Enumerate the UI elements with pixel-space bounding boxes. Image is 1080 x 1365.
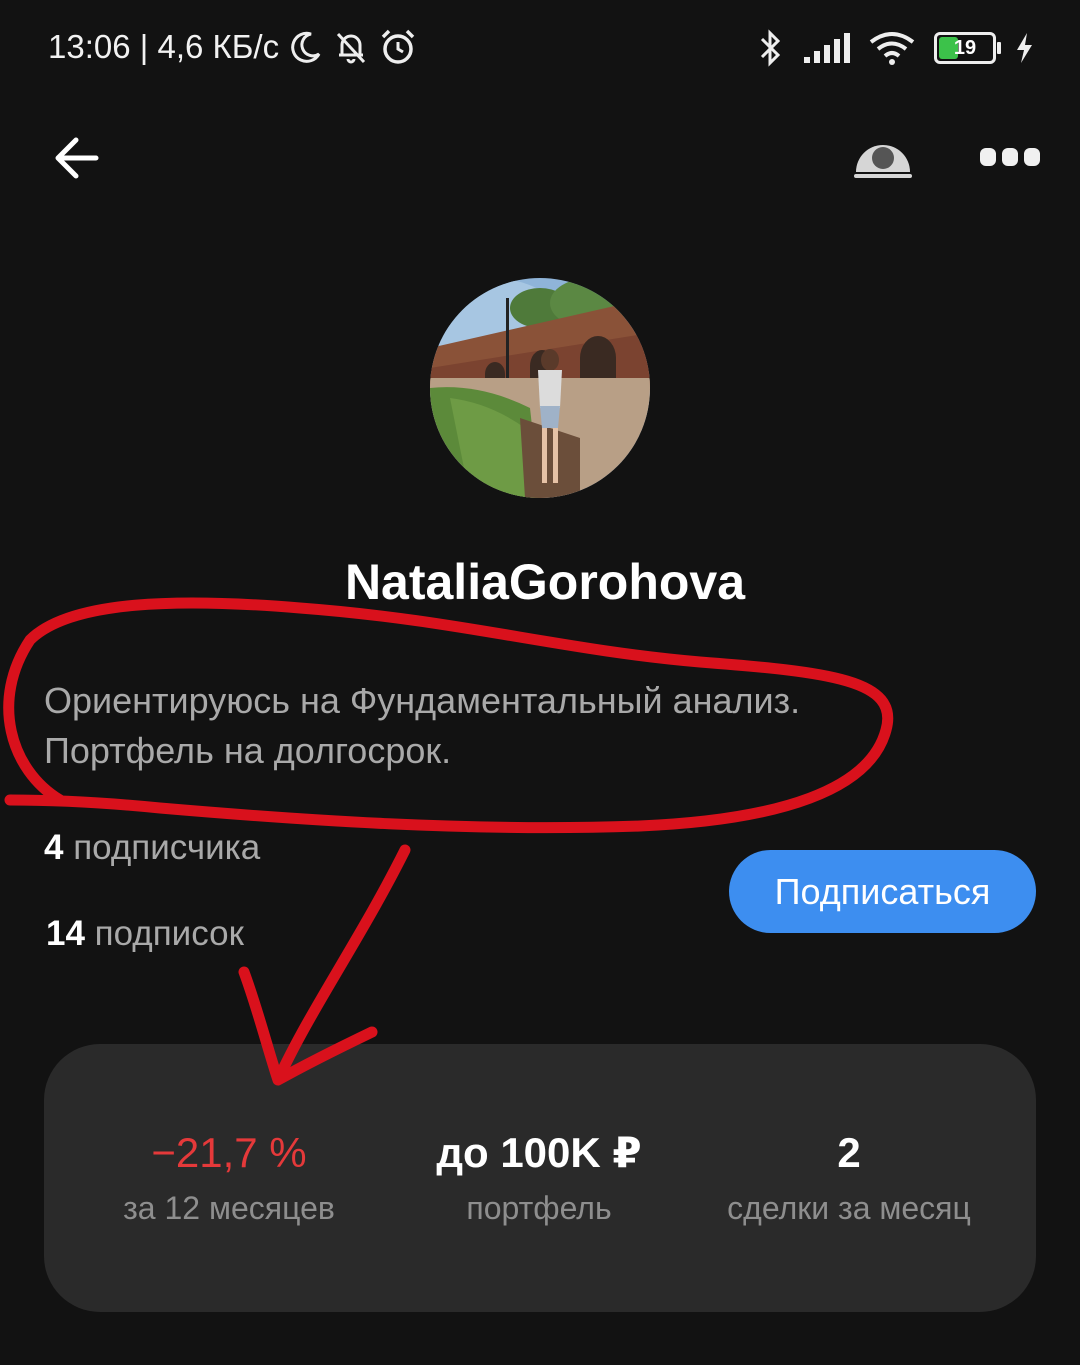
stat-deals: 2 сделки за месяц [704,1128,994,1227]
stat-deals-value: 2 [837,1129,861,1176]
username: NataliaGorohova [344,554,746,610]
status-bar-left: 13:06 | 4,6 КБ/с [48,28,417,66]
back-arrow-icon [55,137,99,179]
charging-icon [1017,33,1032,63]
wifi-icon [869,32,915,65]
bell-off-icon [336,32,366,64]
battery-icon: 19 [934,32,1001,64]
profile-action-button[interactable] [850,128,916,184]
stat-portfolio-label: портфель [466,1190,612,1226]
stat-return-value: −21,7 % [151,1129,307,1176]
bluetooth-icon [760,29,781,67]
more-icon [980,148,1040,166]
bio-line-1: Ориентируюсь на Фундаментальный анализ. [44,680,801,721]
followers-label: подписчика [63,828,261,867]
following-count: 14 [46,914,85,953]
stat-deals-label: сделки за месяц [727,1190,971,1226]
alarm-icon [381,29,415,64]
moon-icon [291,31,321,63]
status-time-speed: 13:06 | 4,6 КБ/с [48,28,280,65]
following-label: подписок [84,914,244,953]
avatar [430,278,650,498]
stat-portfolio-value: до 100K ₽ [436,1129,642,1176]
followers-link[interactable]: 4 подписчика [44,828,260,868]
back-button[interactable] [50,130,106,186]
subscribe-button[interactable]: Подписаться [729,850,1036,933]
followers-count: 4 [44,828,64,867]
battery-level: 19 [953,36,977,59]
bio-line-2: Портфель на долгосрок. [44,730,452,771]
stat-portfolio: до 100K ₽ портфель [389,1128,689,1227]
following-link[interactable]: 14 подписок [46,914,244,954]
more-button[interactable] [980,140,1050,174]
status-bar-right: 19 [758,28,1034,68]
stats-card: −21,7 % за 12 месяцев до 100K ₽ портфель… [44,1044,1036,1312]
signal-icon [804,33,850,63]
bio: Ориентируюсь на Фундаментальный анализ. … [44,676,924,776]
profile-action-icon [854,145,912,178]
stat-return-label: за 12 месяцев [123,1190,335,1226]
stat-return: −21,7 % за 12 месяцев [84,1128,374,1227]
